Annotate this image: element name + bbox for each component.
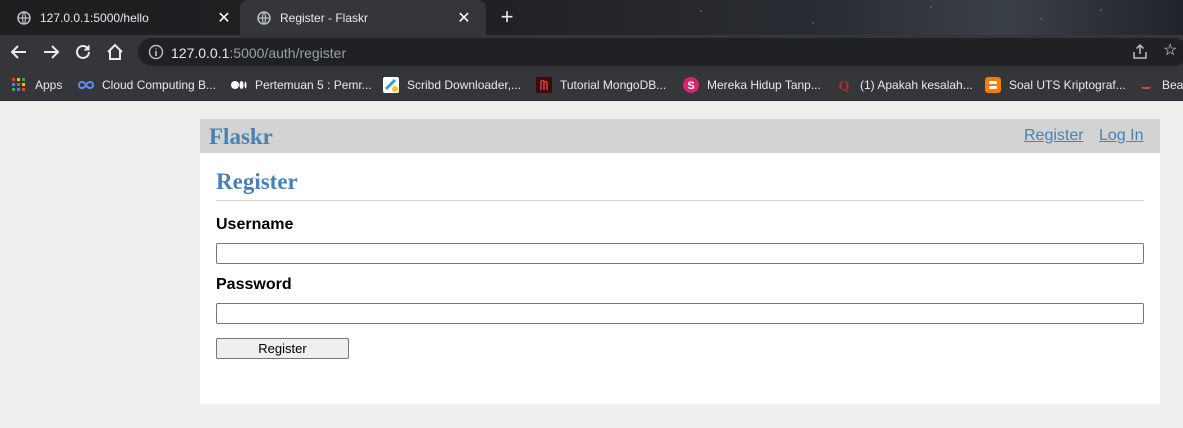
- background-speck: [700, 10, 702, 12]
- tab-title: Register - Flaskr: [280, 10, 369, 25]
- url-path: :5000/auth/register: [229, 45, 347, 61]
- bookmark-cloud-computing[interactable]: Cloud Computing B...: [78, 76, 216, 94]
- bookmark-label: Pertemuan 5 : Pemr...: [255, 78, 372, 92]
- bookmark-beas[interactable]: Beas: [1138, 76, 1183, 94]
- bookmark-label: Soal UTS Kriptograf...: [1009, 78, 1126, 92]
- s-circle-icon: S: [683, 77, 699, 93]
- bookmark-label: Apps: [35, 78, 63, 92]
- bookmark-label: Beas: [1162, 78, 1183, 92]
- background-speck: [1040, 18, 1042, 20]
- back-icon[interactable]: [7, 40, 31, 64]
- background-speck: [812, 22, 814, 24]
- mongodb-icon: [536, 77, 552, 93]
- bookmark-label: Cloud Computing B...: [102, 78, 217, 92]
- medium-icon: [231, 77, 247, 93]
- reload-icon[interactable]: [71, 40, 95, 64]
- bookmark-apps[interactable]: Apps: [11, 76, 62, 94]
- apps-grid-icon: [11, 77, 27, 93]
- url-host: 127.0.0.1: [171, 45, 230, 61]
- bookmark-mongodb[interactable]: Tutorial MongoDB...: [536, 76, 666, 94]
- share-icon[interactable]: [1131, 43, 1149, 61]
- bookmark-scribd[interactable]: Scribd Downloader,...: [383, 76, 521, 94]
- background-speck: [930, 6, 932, 8]
- bookmark-soal-uts[interactable]: Soal UTS Kriptograf...: [985, 76, 1126, 94]
- infinity-icon: [78, 77, 94, 93]
- password-input[interactable]: [216, 303, 1144, 324]
- app-brand[interactable]: Flaskr: [209, 124, 273, 150]
- bookmark-label: Scribd Downloader,...: [407, 78, 522, 92]
- bookmark-star-icon[interactable]: ☆: [1163, 42, 1181, 60]
- close-icon[interactable]: ✕: [456, 10, 472, 27]
- bookmarks-bar: Apps Cloud Computing B... Pertemuan 5 : …: [0, 69, 1183, 101]
- url-text: 127.0.0.1:5000/auth/register: [171, 45, 346, 61]
- username-input[interactable]: [216, 243, 1144, 264]
- register-link[interactable]: Register: [1024, 127, 1084, 145]
- home-icon[interactable]: [103, 40, 127, 64]
- tab-register[interactable]: Register - Flaskr ✕: [240, 0, 486, 35]
- bookmark-mereka[interactable]: S Mereka Hidup Tanp...: [683, 76, 821, 94]
- globe-icon: [256, 10, 272, 26]
- flaskr-page: Flaskr Register Log In Register Username…: [200, 119, 1160, 404]
- tab-strip: 127.0.0.1:5000/hello ✕ Register - Flaskr…: [0, 0, 1183, 35]
- globe-icon: [16, 10, 32, 26]
- info-icon[interactable]: [148, 44, 164, 60]
- bookmark-label: (1) Apakah kesalah...: [860, 78, 973, 92]
- forward-icon[interactable]: [39, 40, 63, 64]
- svg-text:Q: Q: [839, 79, 850, 93]
- address-bar[interactable]: 127.0.0.1:5000/auth/register ☆: [138, 38, 1183, 66]
- password-label: Password: [216, 276, 292, 293]
- svg-text:S: S: [687, 80, 694, 92]
- close-icon[interactable]: ✕: [216, 10, 232, 27]
- bookmark-label: Mereka Hidup Tanp...: [707, 78, 821, 92]
- login-link[interactable]: Log In: [1099, 127, 1143, 145]
- app-nav: Flaskr Register Log In: [200, 119, 1160, 153]
- tab-title: 127.0.0.1:5000/hello: [40, 10, 149, 25]
- new-tab-icon[interactable]: +: [497, 6, 517, 28]
- background-speck: [1100, 9, 1102, 11]
- blogger-icon: [985, 77, 1001, 93]
- bookmark-icon: [1138, 77, 1154, 93]
- bookmark-pertemuan[interactable]: Pertemuan 5 : Pemr...: [231, 76, 372, 94]
- register-button[interactable]: Register: [216, 338, 349, 359]
- browser-toolbar: 127.0.0.1:5000/auth/register ☆: [0, 35, 1183, 69]
- scribd-icon: [383, 77, 399, 93]
- bookmark-label: Tutorial MongoDB...: [560, 78, 667, 92]
- bookmark-quora[interactable]: Q (1) Apakah kesalah...: [836, 76, 973, 94]
- quora-icon: Q: [836, 77, 852, 93]
- username-label: Username: [216, 216, 294, 233]
- page-title: Register: [216, 169, 1144, 201]
- tab-hello[interactable]: 127.0.0.1:5000/hello ✕: [0, 0, 246, 35]
